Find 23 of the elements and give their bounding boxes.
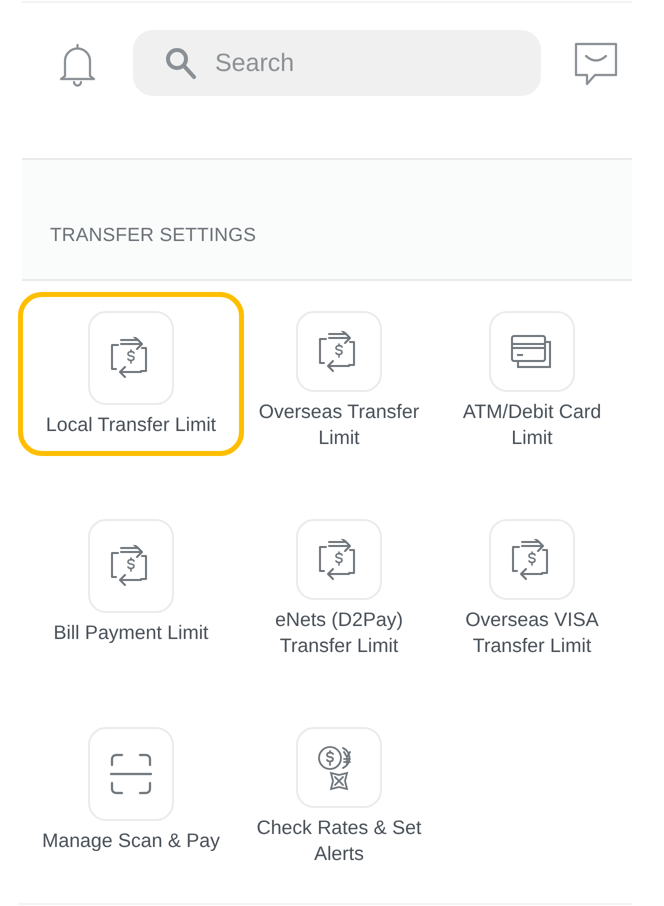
settings-tile[interactable]: Check Rates & Set Alerts <box>244 708 434 872</box>
settings-tile[interactable]: eNets (D2Pay) Transfer Limit <box>244 500 434 664</box>
tile-label: eNets (D2Pay) Transfer Limit <box>274 608 404 659</box>
search-icon <box>165 47 197 80</box>
tile-label: Check Rates & Set Alerts <box>256 816 422 867</box>
settings-tile[interactable]: Bill Payment Limit <box>18 500 244 664</box>
settings-tile[interactable]: Overseas Transfer Limit <box>244 292 434 456</box>
section-heading: TRANSFER SETTINGS <box>50 225 256 247</box>
tile-label: Overseas VISA Transfer Limit <box>464 608 600 659</box>
settings-tile[interactable]: Overseas VISA Transfer Limit <box>434 500 630 664</box>
credit-cards-icon <box>510 334 554 370</box>
tile-label: ATM/Debit Card Limit <box>462 400 602 451</box>
search-field[interactable]: Search <box>133 30 541 96</box>
settings-tile[interactable]: ATM/Debit Card Limit <box>434 292 630 456</box>
chat-icon[interactable] <box>574 42 618 86</box>
scan-icon <box>110 753 152 795</box>
notification-bell-icon[interactable] <box>59 43 96 87</box>
tile-label: Local Transfer Limit <box>44 413 218 438</box>
settings-tile[interactable]: Local Transfer Limit <box>18 292 244 456</box>
tile-label: Overseas Transfer Limit <box>258 400 420 451</box>
tile-label: Manage Scan & Pay <box>41 829 221 854</box>
settings-tile[interactable]: Manage Scan & Pay <box>18 708 244 872</box>
tile-label: Bill Payment Limit <box>52 621 210 646</box>
